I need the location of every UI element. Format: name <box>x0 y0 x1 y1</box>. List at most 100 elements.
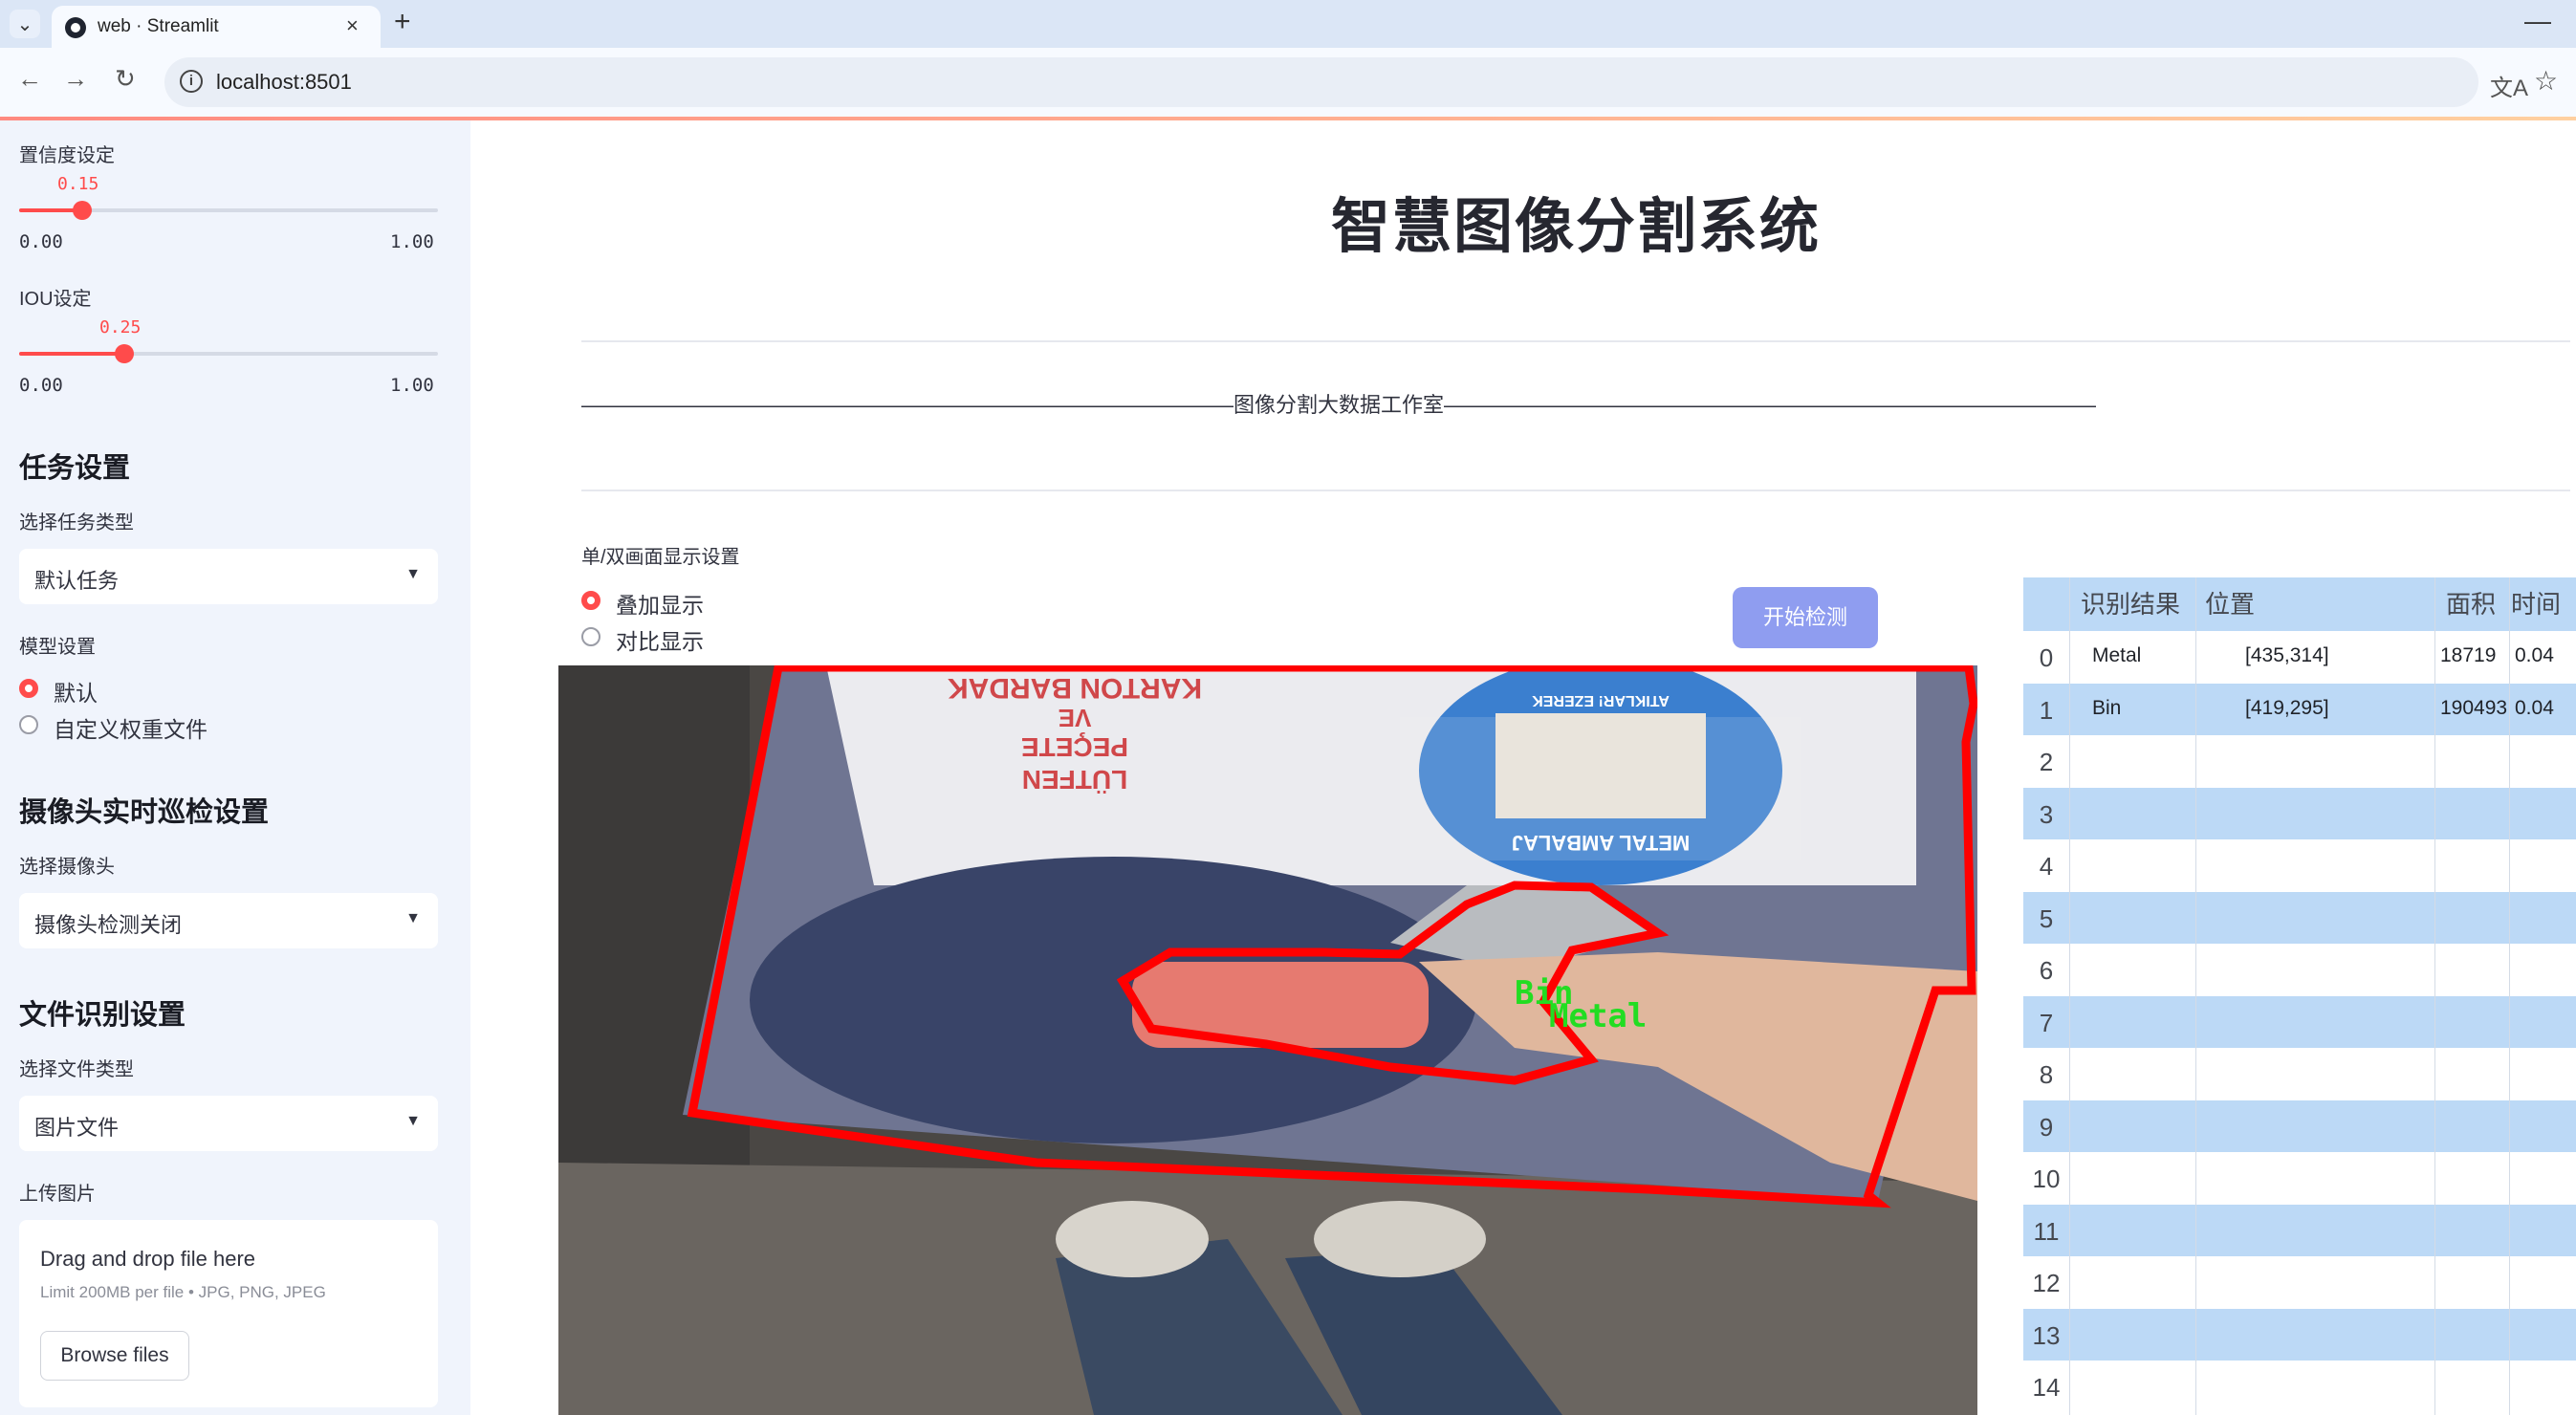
col-header-area[interactable]: 面积 <box>2446 577 2496 631</box>
task-type-select[interactable]: 默认任务 ▼ <box>19 549 438 604</box>
display-radio-compare-label: 对比显示 <box>616 629 704 654</box>
translate-icon[interactable]: 文A <box>2490 69 2528 102</box>
file-type-value: 图片文件 <box>34 1116 120 1140</box>
iou-label: IOU设定 <box>19 289 92 310</box>
start-detection-button[interactable]: 开始检测 <box>1733 587 1878 648</box>
row-index: 9 <box>2039 1112 2054 1142</box>
row-index: 4 <box>2039 852 2054 881</box>
table-row[interactable]: 0 Metal [435,314] 18719 0.04 <box>2023 631 2576 684</box>
camera-select-value: 摄像头检测关闭 <box>34 913 183 937</box>
table-row[interactable]: 1 Bin [419,295] 190493 0.04 <box>2023 683 2576 735</box>
results-table[interactable]: 识别结果 位置 面积 时间 0 Metal [435,314] 18719 0.04 1 B… <box>2023 577 2576 1415</box>
info-icon[interactable]: i <box>180 70 203 93</box>
table-row[interactable]: 12 <box>2023 1256 2576 1309</box>
row-index: 14 <box>2032 1373 2061 1402</box>
plus-icon[interactable]: + <box>394 6 411 38</box>
sign-line-3: VE <box>1059 704 1092 732</box>
file-type-select[interactable]: 图片文件 ▼ <box>19 1096 438 1151</box>
iou-slider[interactable] <box>19 344 438 363</box>
table-row[interactable]: 2 <box>2023 735 2576 788</box>
app-window: ⌄ web · Streamlit × + — ← → ↻ i localhos… <box>0 0 2576 1415</box>
poster-top-text: ATIKLAR! EZEREK <box>1532 692 1670 708</box>
camera-settings-heading: 摄像头实时巡检设置 <box>19 797 270 828</box>
table-row[interactable]: 14 <box>2023 1361 2576 1413</box>
confidence-label: 置信度设定 <box>19 145 115 166</box>
cell-time: 0.04 <box>2515 696 2554 719</box>
browse-files-button[interactable]: Browse files <box>40 1331 189 1381</box>
streamlit-favicon-icon <box>65 17 86 38</box>
model-radio-default-label: 默认 <box>54 681 98 706</box>
caret-down-icon: ▼ <box>405 910 421 926</box>
camera-select-label: 选择摄像头 <box>19 857 115 878</box>
cell-time: 0.04 <box>2515 644 2554 666</box>
table-row[interactable]: 7 <box>2023 995 2576 1048</box>
metal-label: Metal <box>1549 997 1647 1035</box>
forward-icon[interactable]: → <box>63 64 88 94</box>
col-header-time[interactable]: 时间 <box>2511 577 2561 631</box>
reload-icon[interactable]: ↻ <box>115 64 136 94</box>
tab-title: web · Streamlit <box>98 16 219 36</box>
column-divider <box>2195 577 2196 1415</box>
display-radio-overlay-label: 叠加显示 <box>616 593 704 618</box>
iou-value: 0.25 <box>99 317 142 337</box>
confidence-value: 0.15 <box>57 174 99 194</box>
browser-tab[interactable]: web · Streamlit × <box>52 6 381 48</box>
file-settings-heading: 文件识别设置 <box>19 1000 186 1031</box>
table-row[interactable]: 11 <box>2023 1204 2576 1256</box>
iou-min: 0.00 <box>19 375 63 396</box>
cell-position: [435,314] <box>2245 644 2329 666</box>
table-row[interactable]: 9 <box>2023 1099 2576 1152</box>
file-dropzone[interactable]: Drag and drop file here Limit 200MB per … <box>19 1220 438 1407</box>
model-settings-label: 模型设置 <box>19 637 96 658</box>
detection-result-image: METAL AMBALAJ ATIKLAR! EZEREK LÜTFEN PEÇ… <box>558 665 1977 1415</box>
cell-result: Bin <box>2092 696 2122 719</box>
task-settings-heading: 任务设置 <box>19 453 131 484</box>
back-icon[interactable]: ← <box>17 64 42 94</box>
confidence-slider-thumb[interactable] <box>73 201 92 220</box>
dropzone-title: Drag and drop file here <box>40 1247 256 1271</box>
table-row[interactable]: 5 <box>2023 891 2576 944</box>
row-index: 6 <box>2039 956 2054 985</box>
row-index: 8 <box>2039 1060 2054 1089</box>
row-index: 13 <box>2032 1320 2061 1350</box>
star-icon[interactable]: ☆ <box>2534 65 2558 97</box>
cell-position: [419,295] <box>2245 696 2329 719</box>
cell-area: 190493 <box>2440 696 2508 719</box>
task-type-value: 默认任务 <box>34 569 120 593</box>
url-field[interactable]: i localhost:8501 <box>164 57 2478 107</box>
table-row[interactable]: 8 <box>2023 1048 2576 1100</box>
table-row[interactable]: 6 <box>2023 944 2576 996</box>
file-type-label: 选择文件类型 <box>19 1059 134 1080</box>
studio-banner: ———————————————————————————————图像分割大数据工作… <box>581 393 2097 417</box>
sign-line-1: LÜTFEN <box>1022 765 1127 795</box>
iou-max: 1.00 <box>390 375 434 396</box>
row-index: 7 <box>2039 1008 2054 1037</box>
radio-unselected-icon <box>581 627 600 646</box>
cell-result: Metal <box>2092 644 2142 666</box>
row-index: 0 <box>2039 643 2054 672</box>
dropzone-limit: Limit 200MB per file • JPG, PNG, JPEG <box>40 1283 326 1301</box>
chevron-down-icon[interactable]: ⌄ <box>10 10 40 38</box>
table-row[interactable]: 10 <box>2023 1152 2576 1205</box>
confidence-slider[interactable] <box>19 201 438 220</box>
divider <box>581 490 2570 491</box>
radio-unselected-icon <box>19 715 38 734</box>
browser-address-bar: ← → ↻ i localhost:8501 文A ☆ <box>0 48 2576 119</box>
row-index: 5 <box>2039 903 2054 933</box>
iou-slider-thumb[interactable] <box>115 344 134 363</box>
row-index: 1 <box>2039 695 2054 725</box>
sign-line-4: KARTON BARDAK <box>948 672 1202 704</box>
col-header-result[interactable]: 识别结果 <box>2081 577 2180 631</box>
camera-select[interactable]: 摄像头检测关闭 ▼ <box>19 893 438 948</box>
close-icon[interactable]: × <box>346 13 359 38</box>
radio-selected-icon <box>19 679 38 698</box>
poster-bottom-text: METAL AMBALAJ <box>1512 831 1691 855</box>
col-header-position[interactable]: 位置 <box>2205 577 2255 631</box>
table-row[interactable]: 3 <box>2023 787 2576 839</box>
table-row[interactable]: 4 <box>2023 839 2576 892</box>
page-title: 智慧图像分割系统 <box>1331 194 1822 260</box>
minimize-icon[interactable]: — <box>2524 6 2551 36</box>
table-row[interactable]: 13 <box>2023 1308 2576 1361</box>
confidence-max: 1.00 <box>390 231 434 252</box>
column-divider <box>2434 577 2435 1415</box>
